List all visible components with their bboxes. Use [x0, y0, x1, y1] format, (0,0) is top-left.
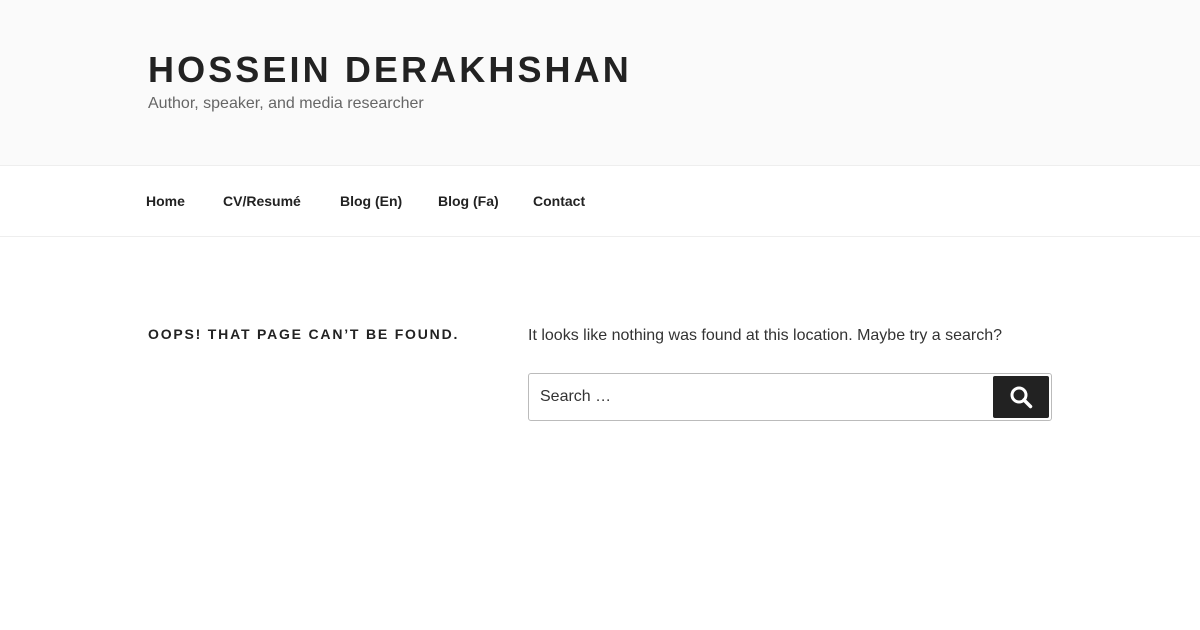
nav-item-contact[interactable]: Contact: [533, 166, 585, 236]
page-title: OOPS! THAT PAGE CAN’T BE FOUND.: [148, 326, 460, 342]
nav-item-blog-fa[interactable]: Blog (Fa): [438, 166, 499, 236]
site-title[interactable]: HOSSEIN DERAKHSHAN: [148, 48, 632, 92]
nav-item-blog-en[interactable]: Blog (En): [340, 166, 402, 236]
site-header: HOSSEIN DERAKHSHAN Author, speaker, and …: [0, 0, 1200, 165]
not-found-message: It looks like nothing was found at this …: [528, 327, 1003, 344]
nav-item-home[interactable]: Home: [146, 166, 185, 236]
site-description: Author, speaker, and media researcher: [148, 95, 424, 112]
nav-item-cv-resume[interactable]: CV/Resumé: [223, 166, 301, 236]
search-form: [528, 373, 1052, 421]
search-button[interactable]: [993, 376, 1049, 418]
search-input[interactable]: [528, 373, 1052, 421]
main-navigation: Home CV/Resumé Blog (En) Blog (Fa) Conta…: [0, 165, 1200, 237]
search-icon: [1009, 385, 1033, 409]
